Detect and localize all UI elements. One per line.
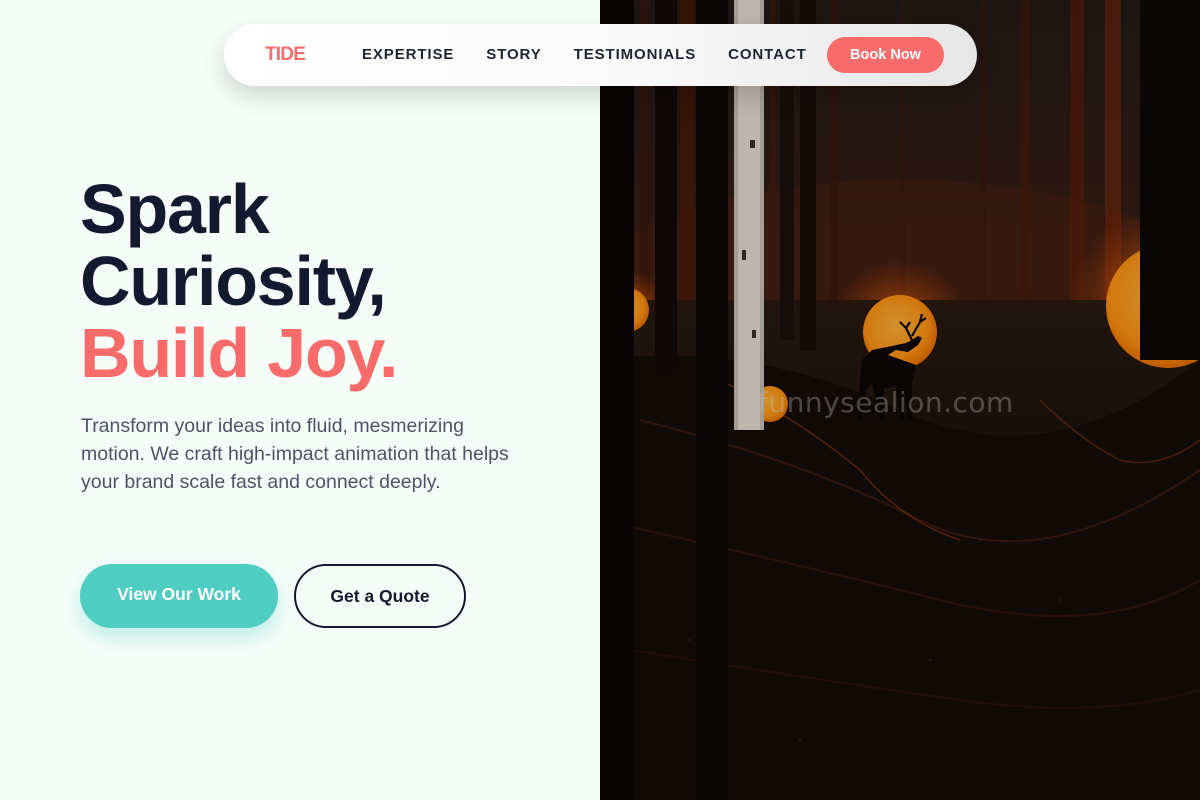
book-now-button[interactable]: Book Now [827, 37, 944, 73]
nav-link-story[interactable]: STORY [486, 46, 541, 63]
hero-heading: Spark Curiosity, Build Joy. [80, 173, 600, 389]
hero-heading-accent: Build Joy. [80, 314, 398, 392]
nav-link-contact[interactable]: CONTACT [728, 46, 807, 63]
top-nav: TIDE EXPERTISE STORY TESTIMONIALS CONTAC… [224, 24, 977, 86]
nav-links: EXPERTISE STORY TESTIMONIALS CONTACT [362, 46, 807, 63]
hero-heading-line-1: Spark [80, 170, 270, 248]
hero-description: Transform your ideas into fluid, mesmeri… [81, 415, 509, 493]
nav-link-expertise[interactable]: EXPERTISE [362, 46, 454, 63]
hero-left-panel [0, 0, 600, 800]
watermark-text: funnysealion.com [758, 386, 1014, 419]
nav-link-testimonials[interactable]: TESTIMONIALS [574, 46, 696, 63]
get-a-quote-button[interactable]: Get a Quote [294, 564, 466, 628]
view-our-work-button[interactable]: View Our Work [80, 564, 278, 628]
brand-logo[interactable]: TIDE [265, 44, 306, 66]
hero-heading-line-2: Curiosity, [80, 242, 387, 320]
